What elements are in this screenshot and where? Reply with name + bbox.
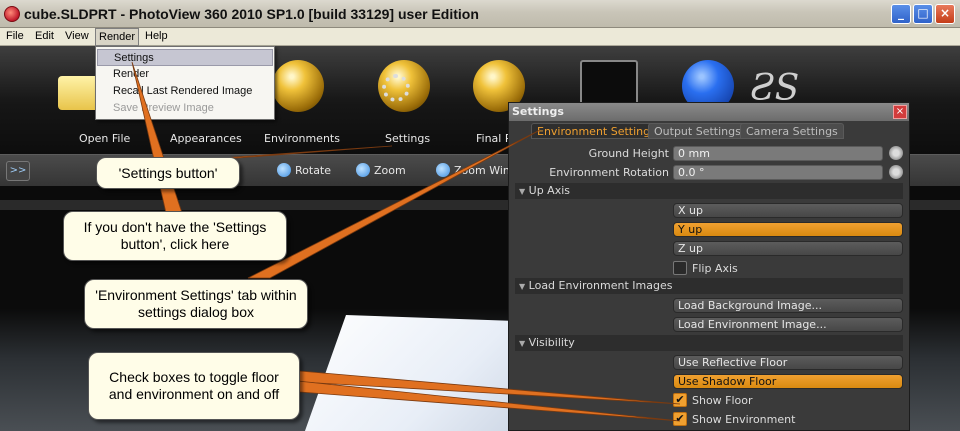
z-up-option[interactable]: Z up xyxy=(673,241,903,256)
menu-view[interactable]: View xyxy=(65,30,89,42)
dialog-title[interactable]: Settings xyxy=(509,103,909,121)
rotate-tool[interactable]: Rotate xyxy=(277,163,331,177)
tab-output-settings[interactable]: Output Settings xyxy=(648,123,747,139)
section-load-env-images[interactable]: ▼ Load Environment Images xyxy=(515,278,903,294)
dialog-close-button[interactable]: × xyxy=(893,105,907,119)
section-arrow-icon: ▼ xyxy=(519,187,526,196)
section-visibility[interactable]: ▼ Visibility xyxy=(515,335,903,351)
shadow-floor-option[interactable]: Use Shadow Floor xyxy=(673,374,903,389)
callout-settings-button: 'Settings button' xyxy=(96,157,240,189)
section-arrow-icon: ▼ xyxy=(519,339,526,348)
window-titlebar: cube.SLDPRT - PhotoView 360 2010 SP1.0 [… xyxy=(0,0,960,28)
env-rotation-label: Environment Rotation xyxy=(549,166,669,179)
menu-settings-item[interactable]: Settings xyxy=(97,49,273,66)
zoom-window-icon xyxy=(436,163,450,177)
zoom-label: Zoom xyxy=(374,164,406,177)
menu-recall-item[interactable]: Recall Last Rendered Image xyxy=(97,83,273,100)
render-menu-dropdown: Settings Render Recall Last Rendered Ima… xyxy=(95,46,275,120)
menu-help[interactable]: Help xyxy=(145,30,168,42)
zoom-tool[interactable]: Zoom xyxy=(356,163,406,177)
show-floor-label: Show Floor xyxy=(692,394,753,407)
app-icon xyxy=(4,6,20,22)
section-arrow-icon: ▼ xyxy=(519,282,526,291)
environments-label[interactable]: Environments xyxy=(264,132,340,145)
section-up-axis[interactable]: ▼ Up Axis xyxy=(515,183,903,199)
tab-camera-settings[interactable]: Camera Settings xyxy=(740,123,844,139)
menu-render-item[interactable]: Render xyxy=(97,66,273,83)
env-rotation-slider-knob[interactable] xyxy=(889,165,903,179)
menu-file[interactable]: File xyxy=(6,30,24,42)
rotate-icon xyxy=(277,163,291,177)
close-window-button[interactable]: × xyxy=(935,4,955,24)
x-up-option[interactable]: X up xyxy=(673,203,903,218)
settings-icon[interactable] xyxy=(378,60,430,112)
menu-save-preview-item: Save Preview Image xyxy=(113,102,214,114)
load-background-button[interactable]: Load Background Image... xyxy=(673,298,903,313)
flip-axis-label: Flip Axis xyxy=(692,262,738,275)
settings-label[interactable]: Settings xyxy=(385,132,430,145)
y-up-option[interactable]: Y up xyxy=(673,222,903,237)
open-file-label[interactable]: Open File xyxy=(79,132,130,145)
flip-axis-checkbox[interactable] xyxy=(673,261,687,275)
settings-dialog: Settings × Environment Settings Output S… xyxy=(508,102,910,431)
show-floor-checkbox[interactable]: ✔ xyxy=(673,393,687,407)
window-title: cube.SLDPRT - PhotoView 360 2010 SP1.0 [… xyxy=(24,6,479,22)
ground-height-label: Ground Height xyxy=(588,147,669,160)
appearances-label[interactable]: Appearances xyxy=(170,132,242,145)
section-up-axis-label: Up Axis xyxy=(528,184,571,197)
show-environment-checkbox[interactable]: ✔ xyxy=(673,412,687,426)
menu-edit[interactable]: Edit xyxy=(35,30,54,42)
rotate-label: Rotate xyxy=(295,164,332,177)
menu-bar: File Edit View Render Help xyxy=(0,28,960,46)
menu-render[interactable]: Render xyxy=(95,28,140,46)
zoom-icon xyxy=(356,163,370,177)
environments-icon[interactable] xyxy=(272,60,324,112)
ground-height-field[interactable]: 0 mm xyxy=(673,146,883,161)
minimize-button[interactable]: _ xyxy=(891,4,911,24)
expand-panel-button[interactable]: >> xyxy=(6,161,30,181)
load-environment-button[interactable]: Load Environment Image... xyxy=(673,317,903,332)
section-load-label: Load Environment Images xyxy=(528,279,673,292)
callout-no-settings-button: If you don't have the 'Settings button',… xyxy=(63,211,287,261)
env-rotation-field[interactable]: 0.0 ° xyxy=(673,165,883,180)
section-visibility-label: Visibility xyxy=(528,336,575,349)
callout-check-boxes: Check boxes to toggle floor and environm… xyxy=(88,352,300,420)
callout-env-tab: 'Environment Settings' tab within settin… xyxy=(84,279,308,329)
ground-height-slider-knob[interactable] xyxy=(889,146,903,160)
maximize-button[interactable]: □ xyxy=(913,4,933,24)
tab-environment-settings[interactable]: Environment Settings xyxy=(531,123,662,139)
show-environment-label: Show Environment xyxy=(692,413,796,426)
reflective-floor-option[interactable]: Use Reflective Floor xyxy=(673,355,903,370)
